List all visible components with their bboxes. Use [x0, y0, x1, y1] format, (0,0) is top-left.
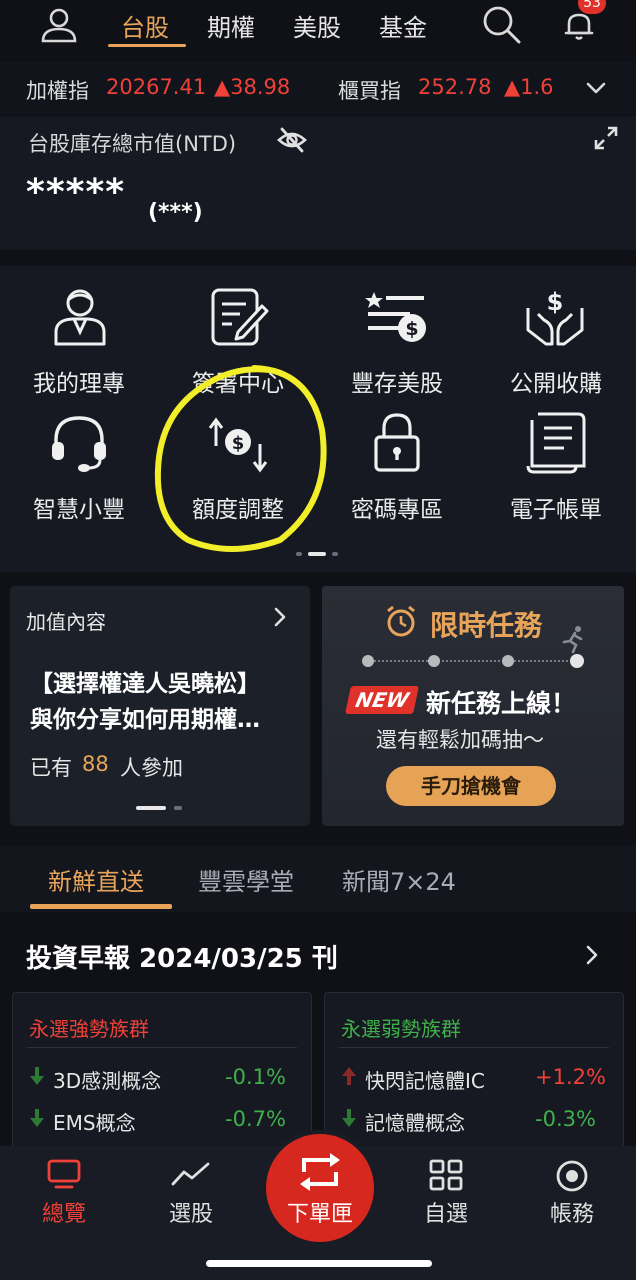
progress-node: [502, 655, 514, 667]
value-content-card[interactable]: 加值內容 【選擇權達人吳曉松】 與你分享如何用期權… 已有 88 人參加: [10, 586, 310, 826]
tab-academy[interactable]: 豐雲學堂: [198, 862, 294, 897]
strong-groups-title: 永選強勢族群: [29, 1017, 149, 1041]
otc-change: ▲1.6: [504, 75, 554, 99]
group-change: -0.1%: [225, 1065, 286, 1089]
chart-line-icon[interactable]: [170, 1160, 212, 1188]
asset-title: 台股庫存總市值(NTD): [28, 132, 237, 156]
shortcut-label-e-bill[interactable]: 電子帳單: [481, 490, 631, 524]
expand-icon[interactable]: [592, 124, 620, 152]
nav-overview[interactable]: 總覽: [14, 1196, 114, 1228]
nav-account[interactable]: 帳務: [522, 1196, 622, 1228]
limited-task-card[interactable]: 限時任務 NEW 新任務上線！ 還有輕鬆加碼抽～ 手刀搶機會: [322, 586, 624, 826]
progress-node: [428, 655, 440, 667]
weak-groups-title: 永選弱勢族群: [341, 1017, 461, 1041]
value-card-line2: 與你分享如何用期權…: [30, 707, 260, 733]
chevron-down-icon[interactable]: [584, 80, 608, 96]
group-name: 3D感測概念: [53, 1069, 162, 1093]
weak-groups-card[interactable]: 永選弱勢族群 快閃記憶體IC +1.2% 記憶體概念 -0.3%: [324, 992, 624, 1152]
account-icon[interactable]: [554, 1158, 590, 1194]
shortcut-label-us-stock-saving[interactable]: 豐存美股: [322, 364, 472, 398]
task-card-title: 限時任務: [430, 609, 543, 642]
progress-track: [366, 660, 580, 662]
arrow-down-icon: [30, 1109, 44, 1127]
order-button[interactable]: 下單匣: [266, 1134, 374, 1242]
participants-count: 88: [82, 752, 109, 776]
group-change: -0.7%: [225, 1107, 286, 1131]
eye-off-icon[interactable]: [276, 126, 308, 154]
new-badge: NEW: [345, 686, 420, 714]
card-dot: [174, 806, 182, 810]
headset-icon[interactable]: [48, 412, 110, 474]
nav-order-label: 下單匣: [286, 1202, 353, 1227]
strong-groups-card[interactable]: 永選強勢族群 3D感測概念 -0.1% EMS概念 -0.7%: [12, 992, 312, 1152]
taiex-change: ▲38.98: [214, 75, 291, 99]
svg-text:$: $: [405, 318, 418, 340]
otc-value: 252.78: [418, 75, 492, 99]
tab-options[interactable]: 期權: [207, 8, 255, 43]
tab-us-stock[interactable]: 美股: [293, 8, 341, 43]
search-icon[interactable]: [481, 4, 523, 46]
tab-funds[interactable]: 基金: [379, 8, 427, 43]
value-card-line1: 【選擇權達人吳曉松】: [30, 671, 260, 697]
lock-icon[interactable]: [372, 410, 422, 474]
runner-icon: [562, 626, 583, 654]
overview-icon[interactable]: [46, 1158, 82, 1190]
content-tabs: 新鮮直送 豐雲學堂 新聞7×24: [0, 846, 636, 912]
e-bill-icon[interactable]: [524, 410, 586, 474]
grab-chance-button[interactable]: 手刀搶機會: [386, 766, 556, 806]
nav-watchlist[interactable]: 自選: [396, 1196, 496, 1228]
highlight-annotation: [154, 365, 327, 552]
watchlist-grid-icon[interactable]: [428, 1158, 464, 1192]
participants-prefix: 已有: [30, 756, 72, 780]
svg-text:$: $: [547, 288, 564, 316]
progress-node: [362, 655, 374, 667]
asset-sub-value: (***): [148, 200, 203, 225]
us-stock-saving-icon[interactable]: $: [364, 290, 430, 346]
shortcut-label-smart-assistant[interactable]: 智慧小豐: [4, 490, 154, 524]
taiex-value: 20267.41: [106, 75, 207, 99]
group-name: 記憶體概念: [365, 1111, 465, 1135]
group-name: EMS概念: [53, 1111, 136, 1135]
sign-doc-icon[interactable]: [208, 286, 270, 348]
taiex-label: 加權指: [26, 79, 89, 103]
task-card-subline: 還有輕鬆加碼抽～: [376, 728, 544, 752]
group-change: -0.3%: [535, 1107, 596, 1131]
user-icon[interactable]: [40, 6, 78, 44]
asset-value: *****: [26, 172, 126, 213]
advisor-icon[interactable]: [50, 286, 110, 348]
tab-news[interactable]: 新聞7×24: [342, 862, 456, 897]
progress-node-final: [570, 654, 584, 668]
arrow-down-icon: [30, 1067, 44, 1085]
content-tab-indicator: [30, 904, 172, 909]
arrow-down-icon: [342, 1109, 356, 1127]
task-card-headline: 新任務上線！: [426, 689, 577, 718]
nav-screener[interactable]: 選股: [141, 1196, 241, 1228]
group-change: +1.2%: [535, 1065, 606, 1089]
chevron-right-icon[interactable]: [584, 944, 600, 966]
shortcut-label-advisor[interactable]: 我的理專: [4, 364, 154, 398]
card-dot-active: [136, 806, 166, 810]
top-nav: 台股 期權 美股 基金 53: [0, 0, 636, 60]
shortcut-label-password-zone[interactable]: 密碼專區: [322, 490, 472, 524]
index-ticker[interactable]: 加權指 20267.41 ▲38.98 櫃買指 252.78 ▲1.6: [0, 62, 636, 114]
otc-label: 櫃買指: [338, 79, 401, 103]
alarm-clock-icon: [387, 605, 415, 637]
tab-tw-stock[interactable]: 台股: [121, 8, 169, 43]
active-tab-indicator: [108, 44, 186, 47]
shortcut-label-tender-offer[interactable]: 公開收購: [481, 364, 631, 398]
home-indicator: [206, 1260, 432, 1267]
arrow-up-icon: [342, 1067, 356, 1085]
report-title[interactable]: 投資早報 2024/03/25 刊: [26, 938, 338, 975]
tab-fresh[interactable]: 新鮮直送: [48, 862, 144, 897]
swap-icon: [300, 1153, 340, 1191]
chevron-right-icon[interactable]: [272, 606, 288, 628]
notification-badge: 53: [578, 0, 606, 14]
participants-suffix: 人參加: [120, 756, 183, 780]
group-name: 快閃記憶體IC: [365, 1069, 485, 1093]
value-card-title: 加值內容: [26, 610, 106, 634]
tender-offer-icon[interactable]: $: [524, 286, 586, 348]
